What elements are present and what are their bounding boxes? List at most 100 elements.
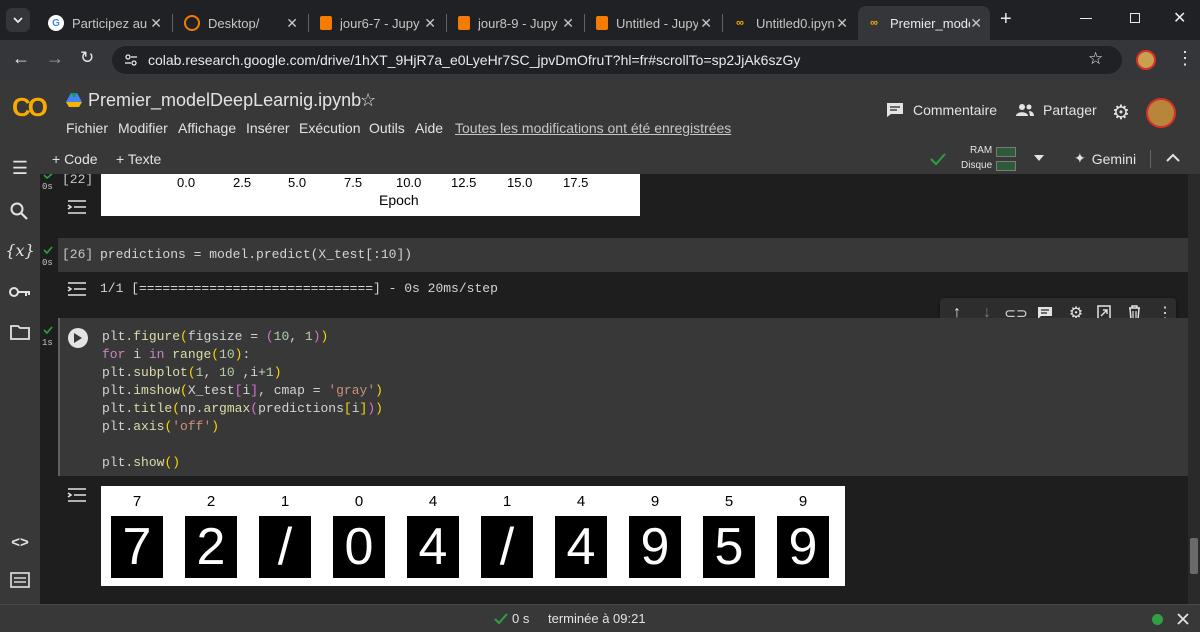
browser-tab[interactable]: G Participez au c ✕ — [40, 6, 170, 40]
status-check-icon — [494, 613, 508, 625]
add-text-button[interactable]: + Texte — [116, 151, 161, 167]
reload-icon[interactable]: ↻ — [80, 48, 94, 68]
notebook-title[interactable]: Premier_modelDeepLearnig.ipynb — [88, 90, 361, 111]
code-editor[interactable]: plt.figure(figsize = (10, 1)) for i in r… — [102, 328, 383, 472]
browser-tab[interactable]: ∞ Untitled0.ipyn ✕ — [724, 6, 856, 40]
site-info-icon[interactable] — [124, 53, 138, 67]
connected-check-icon — [930, 153, 946, 166]
code-snippets-icon[interactable]: <> — [8, 530, 32, 554]
predicted-label: 1 — [502, 493, 512, 510]
secrets-key-icon[interactable] — [9, 286, 31, 298]
code-line[interactable]: predictions = model.predict(X_test[:10]) — [100, 247, 412, 262]
predicted-label: 9 — [650, 493, 660, 510]
share-button[interactable]: Partager — [1015, 102, 1097, 118]
chevron-down-icon — [13, 17, 23, 24]
terminal-command-palette-icon[interactable] — [10, 572, 30, 588]
browser-menu-icon[interactable]: ⋮ — [1176, 48, 1194, 69]
digit-image: 5 — [703, 516, 755, 578]
variables-icon[interactable]: {x} — [5, 238, 34, 262]
bookmark-star-icon[interactable]: ☆ — [1088, 49, 1103, 69]
browser-tab[interactable]: jour6-7 - Jupy ✕ — [312, 6, 444, 40]
user-avatar[interactable] — [1146, 98, 1176, 128]
colab-logo[interactable]: CO — [12, 92, 48, 123]
browser-tab-active[interactable]: ∞ Premier_mode ✕ — [858, 6, 990, 40]
run-cell-button[interactable] — [68, 328, 88, 348]
window-close-icon[interactable]: ✕ — [1173, 8, 1186, 28]
search-icon[interactable] — [10, 202, 28, 220]
tab-search-button[interactable] — [6, 8, 30, 32]
close-icon[interactable]: ✕ — [836, 15, 848, 32]
code-line-3: plt.subplot(1, 10 ,i+1) — [102, 365, 282, 380]
tab-title: Untitled0.ipyn — [756, 15, 835, 31]
colab-icon: ∞ — [870, 17, 878, 29]
close-icon[interactable]: ✕ — [562, 15, 574, 32]
menu-aide[interactable]: Aide — [415, 120, 443, 136]
close-icon[interactable]: ✕ — [970, 15, 982, 32]
code-line-6: plt.axis('off') — [102, 419, 220, 434]
close-icon[interactable]: ✕ — [700, 15, 712, 32]
digit-image: 0 — [333, 516, 385, 578]
tab-title: Premier_mode — [890, 15, 971, 31]
digit-glyph: / — [499, 518, 515, 576]
output-toggle-icon[interactable] — [66, 280, 88, 298]
digit-image: 9 — [629, 516, 681, 578]
vertical-scrollbar[interactable] — [1188, 174, 1200, 604]
close-icon[interactable]: ✕ — [150, 15, 162, 32]
disk-usage-bar[interactable] — [996, 161, 1016, 171]
code-line-8: plt.show() — [102, 455, 181, 470]
table-of-contents-icon[interactable]: ☰ — [8, 156, 32, 180]
toolbar-divider — [1150, 150, 1151, 168]
x-tick-label: 0.0 — [177, 175, 196, 190]
x-tick-label: 12.5 — [451, 175, 477, 190]
play-icon — [74, 333, 82, 343]
scrollbar-thumb[interactable] — [1190, 538, 1198, 574]
cell-exec-count: [22] — [62, 174, 94, 187]
resources-dropdown-icon[interactable] — [1034, 155, 1044, 161]
menu-inserer[interactable]: Insérer — [246, 120, 290, 136]
menu-modifier[interactable]: Modifier — [118, 120, 168, 136]
status-completed-text: terminée à 09:21 — [548, 611, 646, 626]
address-bar[interactable]: colab.research.google.com/drive/1hXT_9Hj… — [112, 46, 1122, 74]
add-code-button[interactable]: + Code — [52, 151, 98, 167]
back-icon[interactable]: ← — [12, 48, 30, 69]
output-toggle-icon[interactable] — [66, 198, 88, 216]
save-status-link[interactable]: Toutes les modifications ont été enregis… — [455, 120, 731, 136]
x-tick-label: 10.0 — [396, 175, 422, 190]
menu-fichier[interactable]: Fichier — [66, 120, 108, 136]
restore-icon[interactable] — [1130, 13, 1140, 23]
star-icon[interactable]: ☆ — [360, 90, 376, 111]
runtime-status-dot[interactable] — [1152, 614, 1163, 625]
code-line-4: plt.imshow(X_test[i], cmap = 'gray') — [102, 383, 383, 398]
ram-usage-bar[interactable] — [996, 147, 1016, 157]
code-cell[interactable]: [26] predictions = model.predict(X_test[… — [58, 238, 1188, 272]
close-icon[interactable]: ✕ — [424, 15, 436, 32]
tab-title: jour6-7 - Jupy — [340, 15, 420, 31]
cell-exec-count: [26] — [62, 247, 94, 262]
code-cell-current[interactable]: plt.figure(figsize = (10, 1)) for i in r… — [58, 318, 1188, 476]
menu-outils[interactable]: Outils — [369, 120, 405, 136]
browser-tab[interactable]: Desktop/ ✕ — [176, 6, 306, 40]
tab-title: Desktop/ — [208, 15, 260, 31]
comment-label: Commentaire — [913, 102, 998, 118]
comment-button[interactable]: Commentaire — [886, 102, 997, 118]
new-tab-button[interactable]: + — [1000, 8, 1012, 31]
minimize-icon[interactable] — [1080, 18, 1092, 19]
cell-exec-time: 0s — [42, 182, 53, 192]
close-icon[interactable] — [1177, 613, 1189, 625]
predicted-label: 2 — [206, 493, 216, 510]
cell-success-check-icon — [43, 326, 53, 334]
collapse-chevron-up-icon[interactable] — [1166, 153, 1180, 163]
output-toggle-icon[interactable] — [66, 486, 88, 504]
forward-icon[interactable]: → — [46, 48, 64, 69]
files-folder-icon[interactable] — [10, 324, 30, 340]
gemini-button[interactable]: ✦ Gemini — [1074, 150, 1136, 167]
menu-affichage[interactable]: Affichage — [178, 120, 236, 136]
profile-avatar[interactable] — [1136, 50, 1156, 70]
close-icon[interactable]: ✕ — [286, 15, 298, 32]
browser-tab[interactable]: Untitled - Jupy ✕ — [588, 6, 720, 40]
digit-glyph: 4 — [566, 518, 596, 576]
browser-tab[interactable]: jour8-9 - Jupy ✕ — [450, 6, 582, 40]
menu-execution[interactable]: Exécution — [299, 120, 360, 136]
notebook-toolbar: + Code + Texte RAM Disque ✦ Gemini — [40, 144, 1200, 174]
settings-gear-icon[interactable]: ⚙ — [1112, 100, 1130, 125]
